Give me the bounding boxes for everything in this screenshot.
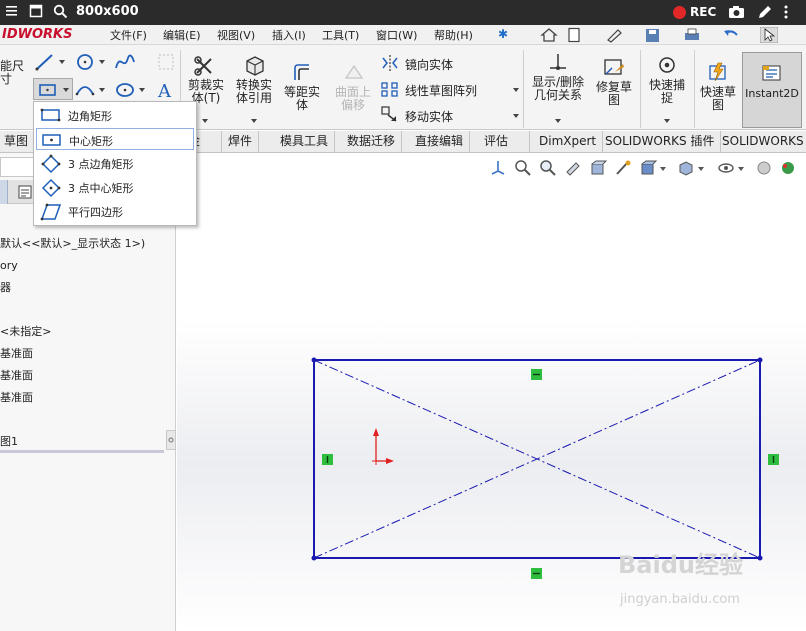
three-point-corner-rectangle-option[interactable]: 3 点边角矩形 (36, 152, 194, 174)
vertical-relation-icon[interactable] (322, 454, 333, 465)
parallelogram-option[interactable]: 平行四边形 (36, 200, 194, 222)
center-rectangle-label: 中心矩形 (69, 135, 113, 148)
corner-point[interactable] (757, 555, 763, 561)
corner-rectangle-label: 边角矩形 (68, 110, 112, 123)
parallelogram-label: 平行四边形 (68, 206, 123, 219)
corner-rectangle-option[interactable]: 边角矩形 (36, 104, 194, 126)
vertical-relation-icon[interactable] (768, 454, 779, 465)
three-point-center-rectangle-icon (41, 178, 61, 198)
horizontal-relation-icon[interactable] (531, 369, 542, 380)
center-rectangle-option[interactable]: 中心矩形 (36, 128, 194, 150)
corner-rectangle-icon (40, 108, 61, 122)
corner-point[interactable] (757, 357, 763, 363)
corner-point[interactable] (311, 357, 317, 363)
parallelogram-icon (40, 203, 62, 221)
three-point-center-rectangle-label: 3 点中心矩形 (68, 182, 134, 195)
three-point-center-rectangle-option[interactable]: 3 点中心矩形 (36, 176, 194, 198)
horizontal-relation-icon[interactable] (531, 568, 542, 579)
sketch-drawing (311, 357, 779, 579)
center-rectangle-icon (42, 134, 61, 146)
origin-icon (372, 428, 394, 465)
three-point-corner-rectangle-label: 3 点边角矩形 (68, 158, 134, 171)
three-point-corner-rectangle-icon (41, 154, 61, 174)
corner-point[interactable] (311, 555, 317, 561)
rectangle-flyout-menu: 边角矩形 中心矩形 3 点边角矩形 3 点中心矩形 平行四边形 (33, 101, 197, 226)
watermark-url: jingyan.baidu.com (620, 592, 740, 607)
baidu-watermark: Baidu经验 (618, 551, 743, 579)
